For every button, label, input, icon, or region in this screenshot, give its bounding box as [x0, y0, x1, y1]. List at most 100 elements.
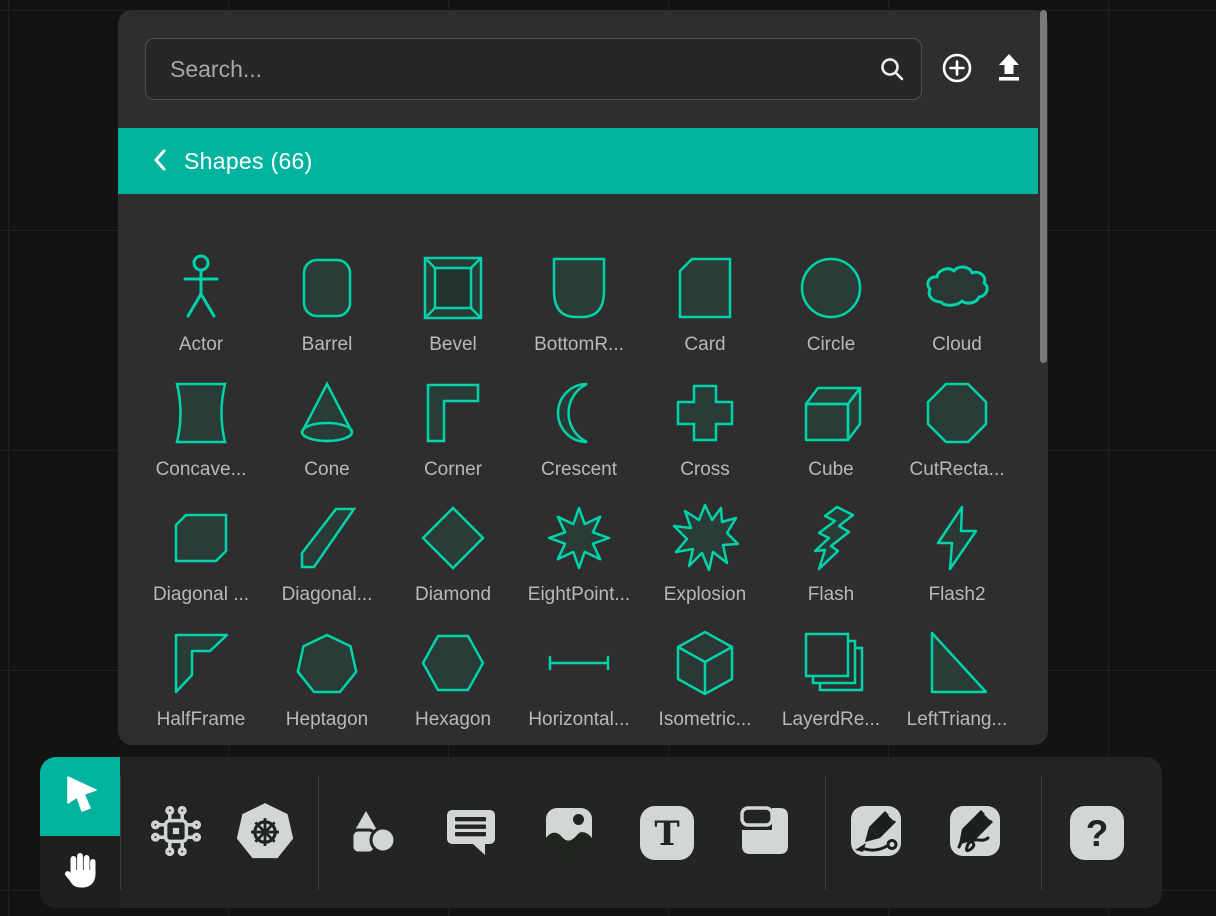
comment-icon: [443, 803, 499, 862]
kubernetes-tool-button[interactable]: [237, 805, 293, 861]
plus-circle-icon: [939, 50, 975, 89]
shape-item[interactable]: Concave...: [138, 375, 264, 500]
help-button[interactable]: ?: [1069, 805, 1125, 861]
question-icon: ?: [1070, 806, 1124, 860]
upload-shape-button[interactable]: [988, 48, 1030, 90]
shapes-icon: [345, 803, 401, 862]
shape-item[interactable]: Hexagon: [390, 625, 516, 750]
corner-shape-icon: [415, 375, 491, 451]
shape-item[interactable]: Horizontal...: [516, 625, 642, 750]
shape-item[interactable]: Flash2: [894, 500, 1020, 625]
horizontal-line-shape-icon: [541, 625, 617, 701]
svg-text:T: T: [654, 814, 679, 854]
cube-shape-icon: [793, 375, 869, 451]
shape-label: Isometric...: [659, 709, 752, 731]
shape-label: Flash2: [928, 584, 985, 606]
shape-label: EightPoint...: [528, 584, 630, 606]
shape-label: CutRecta...: [909, 459, 1004, 481]
shape-item[interactable]: Cross: [642, 375, 768, 500]
shape-item[interactable]: Barrel: [264, 250, 390, 375]
shapes-panel: Shapes (66) Actor BarrelBevel BottomR... Ca…: [118, 10, 1048, 745]
image-icon: [541, 803, 597, 862]
note-icon: [737, 803, 793, 862]
shape-item[interactable]: HalfFrame: [138, 625, 264, 750]
components-tool-button[interactable]: [148, 805, 204, 861]
pen-tool-button[interactable]: [848, 805, 904, 861]
sketch-tool-button[interactable]: [947, 805, 1003, 861]
text-tool-button[interactable]: T: [639, 805, 695, 861]
help-group: ?: [1042, 757, 1125, 908]
cursor-icon: [60, 773, 100, 820]
search-input[interactable]: [145, 38, 922, 100]
shape-item[interactable]: Card: [642, 250, 768, 375]
canvas[interactable]: { "panel": { "search": { "placeholder": …: [0, 0, 1216, 916]
shape-label: Circle: [807, 334, 856, 356]
pan-tool-button[interactable]: [40, 836, 120, 908]
shape-label: Concave...: [156, 459, 247, 481]
circuit-icon: [147, 802, 205, 863]
shape-label: Cone: [304, 459, 349, 481]
shape-item[interactable]: EightPoint...: [516, 500, 642, 625]
shape-item[interactable]: Diamond: [390, 500, 516, 625]
heptagon-shape-icon: [289, 625, 365, 701]
cut-rectangle-shape-icon: [919, 375, 995, 451]
shape-label: Cube: [808, 459, 853, 481]
select-tool-button[interactable]: [40, 757, 120, 836]
svg-text:?: ?: [1086, 813, 1109, 854]
shape-label: Cloud: [932, 334, 982, 356]
shapes-grid: Actor BarrelBevel BottomR... Card Circle Clou…: [138, 250, 1020, 750]
shape-label: Heptagon: [286, 709, 368, 731]
shape-label: BottomR...: [534, 334, 624, 356]
shapes-header-label: Shapes (66): [184, 148, 313, 175]
shape-item[interactable]: CutRecta...: [894, 375, 1020, 500]
left-triangle-shape-icon: [919, 625, 995, 701]
note-tool-button[interactable]: [737, 805, 793, 861]
shape-item[interactable]: Diagonal ...: [138, 500, 264, 625]
text-icon: T: [640, 806, 694, 860]
shape-label: Flash: [808, 584, 854, 606]
shape-label: Actor: [179, 334, 223, 356]
flash2-shape-icon: [919, 500, 995, 576]
shape-item[interactable]: LeftTriang...: [894, 625, 1020, 750]
diamond-shape-icon: [415, 500, 491, 576]
shapes-tool-button[interactable]: [345, 805, 401, 861]
shape-label: LayerdRe...: [782, 709, 880, 731]
shape-item[interactable]: LayerdRe...: [768, 625, 894, 750]
shape-item[interactable]: Bevel: [390, 250, 516, 375]
barrel-shape-icon: [289, 250, 365, 326]
shape-item[interactable]: BottomR...: [516, 250, 642, 375]
shape-item[interactable]: Corner: [390, 375, 516, 500]
comment-tool-button[interactable]: [443, 805, 499, 861]
shape-item[interactable]: Cube: [768, 375, 894, 500]
back-button[interactable]: [152, 148, 168, 175]
component-tools-group: [121, 757, 318, 908]
cloud-shape-icon: [919, 250, 995, 326]
draw-tools-group: [826, 757, 1041, 908]
shapes-header: Shapes (66): [118, 128, 1038, 194]
shape-item[interactable]: Diagonal...: [264, 500, 390, 625]
pointer-tool-group: [40, 757, 120, 908]
shape-item[interactable]: Circle: [768, 250, 894, 375]
shape-item[interactable]: Cloud: [894, 250, 1020, 375]
hexagon-shape-icon: [415, 625, 491, 701]
shape-item[interactable]: Explosion: [642, 500, 768, 625]
shape-item[interactable]: Crescent: [516, 375, 642, 500]
layered-rect-shape-icon: [793, 625, 869, 701]
shape-label: LeftTriang...: [907, 709, 1008, 731]
upload-icon: [992, 51, 1026, 88]
image-tool-button[interactable]: [541, 805, 597, 861]
shape-item[interactable]: Actor: [138, 250, 264, 375]
search-bar: [145, 38, 1030, 100]
shape-item[interactable]: Heptagon: [264, 625, 390, 750]
shape-item[interactable]: Cone: [264, 375, 390, 500]
actor-shape-icon: [163, 250, 239, 326]
concave-shape-icon: [163, 375, 239, 451]
shape-item[interactable]: Isometric...: [642, 625, 768, 750]
cross-shape-icon: [667, 375, 743, 451]
cone-shape-icon: [289, 375, 365, 451]
add-shape-button[interactable]: [936, 48, 978, 90]
shape-item[interactable]: Flash: [768, 500, 894, 625]
shape-label: Hexagon: [415, 709, 491, 731]
half-frame-shape-icon: [163, 625, 239, 701]
panel-scrollbar[interactable]: [1040, 10, 1047, 363]
